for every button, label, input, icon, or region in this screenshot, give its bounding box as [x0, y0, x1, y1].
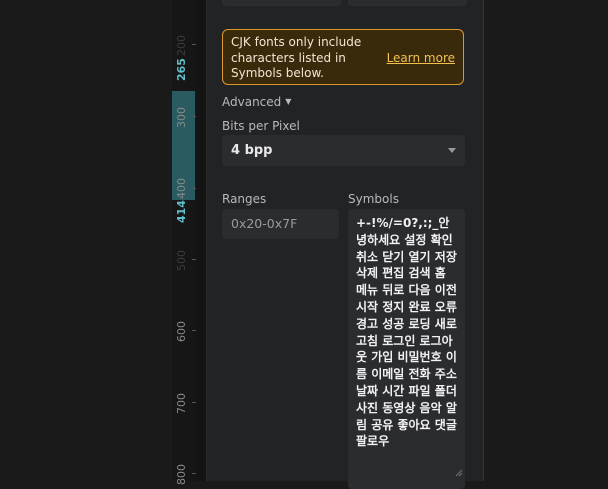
- ruler-label-selection-end: 414: [175, 200, 188, 223]
- ruler-label: 600: [175, 321, 188, 342]
- resize-handle-icon[interactable]: [454, 468, 463, 477]
- chevron-down-icon: [448, 148, 456, 153]
- top-field-right[interactable]: [348, 0, 467, 6]
- ruler-label: 200: [175, 35, 188, 56]
- advanced-label: Advanced: [222, 95, 282, 109]
- canvas-area: [0, 0, 195, 481]
- bpp-select[interactable]: 4 bpp: [222, 135, 465, 166]
- ruler-label: 700: [175, 393, 188, 414]
- vertical-ruler[interactable]: 200 265 300 400 414 500 600 700 800: [172, 0, 197, 485]
- bpp-label: Bits per Pixel: [222, 119, 300, 133]
- bpp-value: 4 bpp: [231, 143, 273, 158]
- symbols-textarea[interactable]: +-!%/=0?,:;_안녕하세요 설정 확인 취소 닫기 열기 저장 삭제 편…: [348, 209, 465, 489]
- ranges-label: Ranges: [222, 192, 267, 206]
- right-background: [484, 0, 608, 481]
- ruler-label: 500: [175, 250, 188, 271]
- top-field-left[interactable]: [222, 0, 341, 6]
- advanced-toggle[interactable]: Advanced ▼: [222, 95, 291, 109]
- ruler-label: 400: [175, 178, 188, 199]
- ranges-input[interactable]: 0x20-0x7F: [222, 209, 339, 239]
- caret-down-icon: ▼: [285, 97, 292, 106]
- ruler-label-selection-start: 265: [175, 58, 188, 81]
- ruler-label: 300: [175, 107, 188, 128]
- panel-gutter: [196, 0, 207, 481]
- cjk-notice-banner: CJK fonts only include characters listed…: [222, 29, 464, 85]
- ruler-label: 800: [175, 464, 188, 485]
- notice-text: CJK fonts only include characters listed…: [231, 35, 362, 80]
- symbols-label: Symbols: [348, 192, 399, 206]
- learn-more-link[interactable]: Learn more: [387, 51, 455, 67]
